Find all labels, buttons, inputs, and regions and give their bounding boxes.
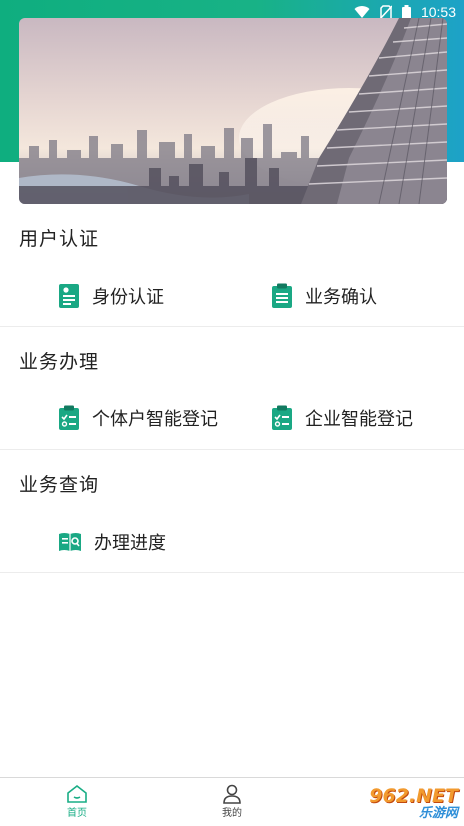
section-divider bbox=[0, 449, 464, 450]
clipboard-list-icon bbox=[272, 283, 292, 308]
watermark-text: 乐游网 bbox=[418, 805, 458, 821]
checklist-icon bbox=[272, 405, 292, 430]
section-title-business-query: 业务查询 bbox=[19, 474, 100, 496]
progress-query-label: 办理进度 bbox=[94, 533, 166, 554]
book-search-icon bbox=[59, 533, 81, 551]
section-divider bbox=[0, 326, 464, 327]
business-confirm-label: 业务确认 bbox=[305, 287, 377, 308]
section-divider bbox=[0, 572, 464, 573]
home-icon bbox=[67, 784, 87, 803]
city-skyline-illustration bbox=[19, 18, 447, 204]
enterprise-registration-label: 企业智能登记 bbox=[305, 409, 413, 430]
user-icon bbox=[223, 784, 241, 804]
tab-home-label: 首页 bbox=[67, 808, 87, 819]
section-title-user-auth: 用户认证 bbox=[19, 228, 100, 250]
id-card-icon bbox=[59, 284, 79, 308]
progress-query-button[interactable]: 办理进度 bbox=[58, 529, 166, 555]
tab-mine-label: 我的 bbox=[222, 808, 242, 819]
tab-mine[interactable]: 我的 bbox=[202, 784, 262, 819]
identity-auth-button[interactable]: 身份认证 bbox=[58, 283, 164, 309]
business-confirm-button[interactable]: 业务确认 bbox=[271, 283, 377, 309]
identity-auth-label: 身份认证 bbox=[92, 287, 164, 308]
banner-image[interactable] bbox=[19, 18, 447, 204]
enterprise-registration-button[interactable]: 企业智能登记 bbox=[271, 405, 413, 431]
tab-home[interactable]: 首页 bbox=[47, 784, 107, 819]
checklist-icon bbox=[59, 405, 79, 430]
individual-registration-label: 个体户智能登记 bbox=[92, 409, 218, 430]
section-title-business-handling: 业务办理 bbox=[19, 351, 100, 373]
wifi-icon bbox=[354, 6, 370, 19]
watermark-logo: 962.NET 乐游网 bbox=[330, 784, 458, 822]
watermark-brand: 962.NET bbox=[369, 784, 458, 807]
bottom-tab-bar: 首页 我的 962.NET 乐游网 bbox=[0, 777, 464, 826]
individual-registration-button[interactable]: 个体户智能登记 bbox=[58, 405, 218, 431]
